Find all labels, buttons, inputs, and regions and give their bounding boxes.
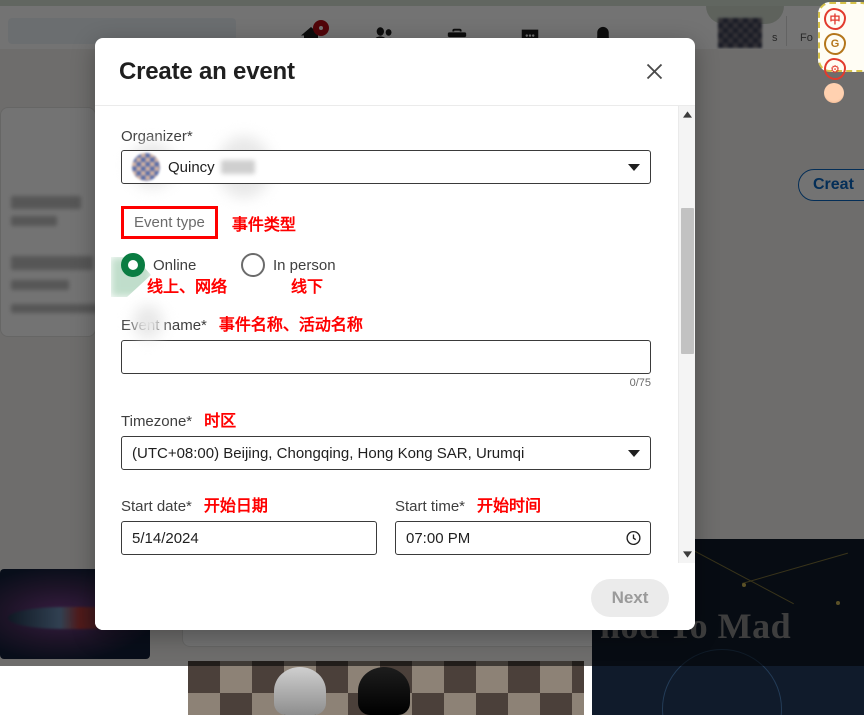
radio-online-label-cn: 线上、网络 xyxy=(147,273,227,297)
radio-option-in-person[interactable]: In person 线下 xyxy=(241,253,336,277)
radio-online-label: Online xyxy=(153,257,196,274)
start-date-label-row: Start date* 开始日期 xyxy=(121,492,377,516)
timezone-label-cn: 时区 xyxy=(204,407,236,431)
organizer-name-redacted xyxy=(221,160,255,174)
event-name-label-row: Event name* 事件名称、活动名称 xyxy=(121,311,669,335)
chess-white-piece xyxy=(274,667,326,715)
close-icon xyxy=(644,61,665,82)
organizer-value: Quincy xyxy=(168,159,215,176)
chevron-down-icon xyxy=(628,450,640,457)
create-event-dialog: Create an event Organizer* Quincy Event … xyxy=(95,38,695,630)
radio-option-online[interactable]: Online 线上、网络 xyxy=(121,253,241,277)
widget-icon-3-label: ⚙ xyxy=(830,63,840,76)
start-time-field: Start time* 开始时间 xyxy=(395,492,651,555)
chevron-down-icon xyxy=(628,164,640,171)
widget-browser-icon[interactable]: G xyxy=(824,33,846,55)
background-photo-chessboard xyxy=(188,661,584,715)
radio-online-indicator xyxy=(121,253,145,277)
chess-black-piece xyxy=(358,667,410,715)
dialog-header: Create an event xyxy=(95,38,695,106)
organizer-label: Organizer* xyxy=(121,128,193,145)
event-type-label-row: Event type 事件类型 xyxy=(121,206,669,239)
scrollbar-thumb[interactable] xyxy=(681,208,694,354)
event-name-label: Event name* xyxy=(121,317,207,334)
event-name-input[interactable] xyxy=(121,340,651,374)
widget-icon-1-label: 中 xyxy=(830,11,841,27)
dialog-footer: Next xyxy=(95,566,695,630)
start-time-input[interactable] xyxy=(395,521,651,555)
dialog-scrollbar[interactable] xyxy=(678,106,695,563)
dialog-title: Create an event xyxy=(119,58,637,86)
start-time-label: Start time* xyxy=(395,498,465,515)
floating-widget-panel[interactable]: 中 G ⚙ xyxy=(818,2,864,72)
event-name-character-counter: 0/75 xyxy=(121,377,651,389)
event-name-label-cn: 事件名称、活动名称 xyxy=(219,311,363,335)
widget-gear-icon[interactable]: ⚙ xyxy=(824,58,846,80)
widget-avatar-icon[interactable] xyxy=(824,83,844,103)
radio-in-person-label-cn: 线下 xyxy=(291,273,323,297)
next-button[interactable]: Next xyxy=(591,579,669,617)
organizer-avatar-icon xyxy=(132,153,160,181)
event-type-label-cn: 事件类型 xyxy=(232,211,296,235)
organizer-select[interactable]: Quincy xyxy=(121,150,651,184)
widget-icon-2-label: G xyxy=(831,38,840,50)
start-time-input-wrapper xyxy=(395,521,651,555)
radio-in-person-indicator xyxy=(241,253,265,277)
start-date-input[interactable] xyxy=(121,521,377,555)
start-time-label-cn: 开始时间 xyxy=(477,492,541,516)
event-type-label: Event type xyxy=(121,206,218,239)
start-datetime-row: Start date* 开始日期 Start time* 开始时间 xyxy=(121,492,651,555)
scroll-down-arrow-icon[interactable] xyxy=(679,546,695,563)
start-time-label-row: Start time* 开始时间 xyxy=(395,492,651,516)
timezone-label: Timezone* xyxy=(121,413,192,430)
organizer-label-row: Organizer* xyxy=(121,128,669,145)
start-date-label-cn: 开始日期 xyxy=(204,492,268,516)
clock-icon[interactable] xyxy=(625,530,642,547)
start-date-field: Start date* 开始日期 xyxy=(121,492,377,555)
scroll-up-arrow-icon[interactable] xyxy=(679,106,695,123)
timezone-label-row: Timezone* 时区 xyxy=(121,407,669,431)
radio-in-person-label: In person xyxy=(273,257,336,274)
widget-chinese-icon[interactable]: 中 xyxy=(824,8,846,30)
start-date-label: Start date* xyxy=(121,498,192,515)
timezone-value: (UTC+08:00) Beijing, Chongqing, Hong Kon… xyxy=(132,445,524,462)
close-dialog-button[interactable] xyxy=(637,55,671,89)
timezone-select[interactable]: (UTC+08:00) Beijing, Chongqing, Hong Kon… xyxy=(121,436,651,470)
event-type-radio-group: Online 线上、网络 In person 线下 xyxy=(121,253,669,277)
dialog-body: Organizer* Quincy Event type 事件类型 Online… xyxy=(95,106,695,566)
